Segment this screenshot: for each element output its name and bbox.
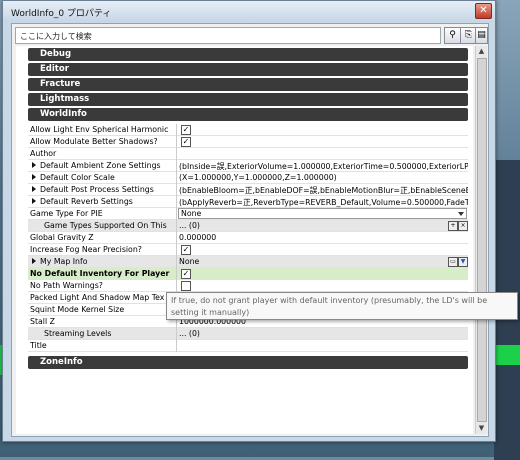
property-value[interactable]: (X=1.000000,Y=1.000000,Z=1.000000) xyxy=(179,173,468,182)
expand-arrow-icon[interactable] xyxy=(32,174,36,180)
property-label: Allow Light Env Spherical Harmonic xyxy=(30,125,169,134)
property-label: No Path Warnings? xyxy=(30,281,103,290)
vertical-scrollbar[interactable]: ▲ ▼ xyxy=(475,46,487,434)
property-label: Game Type For PIE xyxy=(30,209,103,218)
edit-icon[interactable]: ▭ xyxy=(448,257,458,267)
array-clear-icon[interactable]: × xyxy=(458,221,468,231)
property-row[interactable]: Default Ambient Zone Settings (bInside=誤,… xyxy=(28,160,468,172)
background-strip xyxy=(492,345,520,365)
checkbox-icon[interactable]: ✓ xyxy=(181,125,191,135)
column-divider[interactable] xyxy=(176,172,177,184)
column-divider[interactable] xyxy=(176,340,177,352)
column-divider[interactable] xyxy=(176,160,177,172)
window-title: WorldInfo_0 プロパティ xyxy=(11,9,112,19)
property-value[interactable]: ... (0) xyxy=(179,221,468,230)
checkbox-icon[interactable] xyxy=(181,281,191,291)
property-label: Packed Light And Shadow Map Tex xyxy=(30,293,165,302)
property-value[interactable]: 0.000000 xyxy=(179,233,468,242)
property-value[interactable]: (bInside=誤,ExteriorVolume=1.000000,Exter… xyxy=(179,161,468,172)
property-label: My Map Info xyxy=(40,257,88,266)
property-label: Squint Mode Kernel Size xyxy=(30,305,125,314)
property-row[interactable]: Allow Light Env Spherical Harmonic ✓ xyxy=(28,124,468,136)
tooltip: If true, do not grant player with defaul… xyxy=(166,292,518,320)
array-add-icon[interactable]: + xyxy=(448,221,458,231)
property-value: None xyxy=(181,209,202,218)
property-label: Default Ambient Zone Settings xyxy=(40,161,161,170)
close-button[interactable]: ✕ xyxy=(475,3,492,19)
category-worldinfo[interactable]: WorldInfo xyxy=(28,108,468,121)
property-row[interactable]: Default Reverb Settings (bApplyReverb=正,R… xyxy=(28,196,468,208)
property-row[interactable]: No Default Inventory For Player ✓ xyxy=(28,268,468,280)
column-divider[interactable] xyxy=(176,268,177,280)
property-list: Debug Editor Fracture Lightmass WorldInfo All… xyxy=(16,46,473,434)
category-fracture[interactable]: Fracture xyxy=(28,78,468,91)
chevron-down-icon[interactable]: ▼ xyxy=(458,257,468,267)
property-value[interactable]: (bEnableBloom=正,bEnableDOF=誤,bEnableMoti… xyxy=(179,185,468,196)
property-label: Default Post Process Settings xyxy=(40,185,154,194)
property-row[interactable]: Default Color Scale (X=1.000000,Y=1.00000… xyxy=(28,172,468,184)
properties-window: WorldInfo_0 プロパティ ✕ ここに入力して検索 ⚲ ⎘ ▤ Debu… xyxy=(2,0,496,442)
category-zoneinfo[interactable]: ZoneInfo xyxy=(28,356,468,369)
properties-panel: ここに入力して検索 ⚲ ⎘ ▤ Debug Editor Fracture Light… xyxy=(11,23,489,437)
property-row[interactable]: Default Post Process Settings (bEnableBlo… xyxy=(28,184,468,196)
property-label: Author xyxy=(30,149,57,158)
paste-icon[interactable]: ▤ xyxy=(475,27,488,44)
column-divider[interactable] xyxy=(176,280,177,292)
property-row[interactable]: My Map Info None ▭ ▼ xyxy=(28,256,468,268)
expand-arrow-icon[interactable] xyxy=(32,162,36,168)
expand-arrow-icon[interactable] xyxy=(32,186,36,192)
property-row[interactable]: Title xyxy=(28,340,468,352)
property-row[interactable]: Game Type For PIE None xyxy=(28,208,468,220)
property-label: No Default Inventory For Player xyxy=(30,269,170,278)
column-divider[interactable] xyxy=(176,124,177,136)
property-label: Increase Fog Near Precision? xyxy=(30,245,142,254)
category-editor[interactable]: Editor xyxy=(28,63,468,76)
checkbox-icon[interactable]: ✓ xyxy=(181,137,191,147)
game-type-select[interactable]: None xyxy=(178,208,467,219)
property-row[interactable]: Increase Fog Near Precision? ✓ xyxy=(28,244,468,256)
property-row[interactable]: Streaming Levels ... (0) xyxy=(28,328,468,340)
scroll-up-icon[interactable]: ▲ xyxy=(476,46,487,57)
property-label: Global Gravity Z xyxy=(30,233,94,242)
column-divider[interactable] xyxy=(176,208,177,220)
property-label: Default Color Scale xyxy=(40,173,115,182)
column-divider[interactable] xyxy=(176,184,177,196)
category-debug[interactable]: Debug xyxy=(28,48,468,61)
checkbox-icon[interactable]: ✓ xyxy=(181,269,191,279)
column-divider[interactable] xyxy=(176,232,177,244)
checkbox-icon[interactable]: ✓ xyxy=(181,245,191,255)
property-label: Default Reverb Settings xyxy=(40,197,133,206)
chevron-down-icon[interactable] xyxy=(458,212,464,216)
property-row[interactable]: Game Types Supported On This ... (0) + × xyxy=(28,220,468,232)
property-value[interactable]: ... (0) xyxy=(179,329,468,338)
column-divider[interactable] xyxy=(176,244,177,256)
column-divider[interactable] xyxy=(176,148,177,160)
column-divider[interactable] xyxy=(176,328,177,340)
title-bar[interactable]: WorldInfo_0 プロパティ ✕ xyxy=(3,1,495,22)
search-input[interactable]: ここに入力して検索 xyxy=(15,27,441,44)
property-label: Streaming Levels xyxy=(44,329,112,338)
property-row[interactable]: Allow Modulate Better Shadows? ✓ xyxy=(28,136,468,148)
property-value[interactable]: None xyxy=(179,257,468,266)
property-label: Allow Modulate Better Shadows? xyxy=(30,137,158,146)
scroll-thumb[interactable] xyxy=(477,58,487,422)
expand-arrow-icon[interactable] xyxy=(32,198,36,204)
property-label: Game Types Supported On This xyxy=(44,221,167,230)
search-icon[interactable]: ⚲ xyxy=(444,27,461,44)
property-value[interactable]: (bApplyReverb=正,ReverbType=REVERB_Defaul… xyxy=(179,197,468,208)
search-placeholder: ここに入力して検索 xyxy=(20,32,92,41)
column-divider[interactable] xyxy=(176,256,177,268)
property-label: Stall Z xyxy=(30,317,55,326)
property-label: Title xyxy=(30,341,47,350)
property-row[interactable]: Author xyxy=(28,148,468,160)
category-lightmass[interactable]: Lightmass xyxy=(28,93,468,106)
expand-arrow-icon[interactable] xyxy=(32,258,36,264)
column-divider[interactable] xyxy=(176,196,177,208)
column-divider[interactable] xyxy=(176,136,177,148)
property-row[interactable]: Global Gravity Z 0.000000 xyxy=(28,232,468,244)
property-row[interactable]: No Path Warnings? xyxy=(28,280,468,292)
scroll-down-icon[interactable]: ▼ xyxy=(476,423,487,434)
column-divider[interactable] xyxy=(176,220,177,232)
